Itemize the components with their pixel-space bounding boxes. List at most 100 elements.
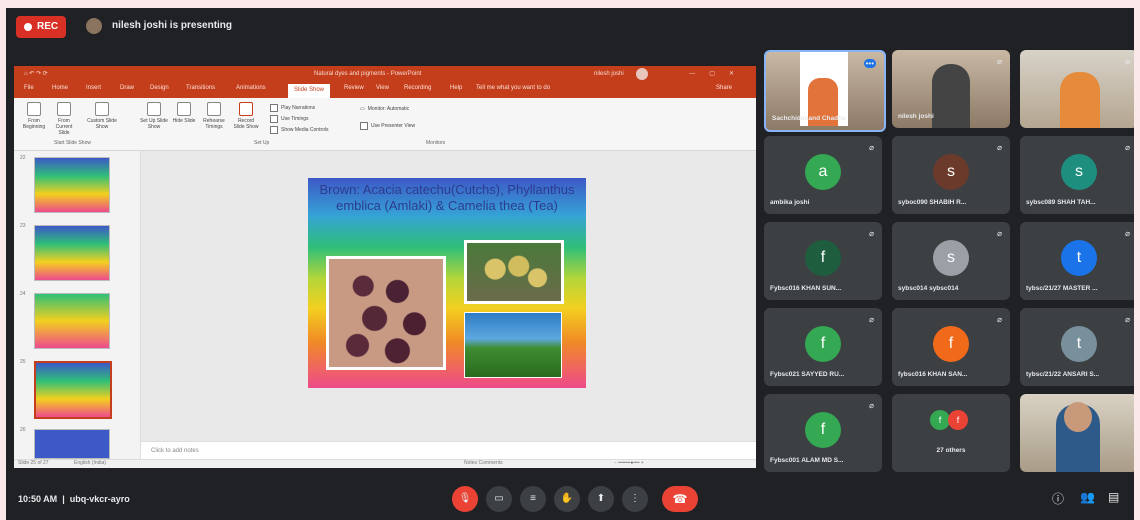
- participant-name: Sachchidanand Chadha: [772, 115, 846, 122]
- mic-off-icon: ⌀: [869, 401, 874, 410]
- notes-comments-status[interactable]: Notes Comments: [464, 460, 503, 466]
- from-current-label: From Current Slide: [55, 118, 73, 136]
- participant-tile[interactable]: s ⌀ sybsc014 sybsc014: [892, 222, 1010, 300]
- participant-tile[interactable]: t ⌀ tybsc/21/22 ANSARI S...: [1020, 308, 1134, 386]
- info-icon[interactable]: ⓘ: [1052, 490, 1064, 507]
- participant-tile[interactable]: s ⌀ syboc090 SHABIH R...: [892, 136, 1010, 214]
- thumb-number: 23: [20, 223, 26, 229]
- media-controls-check[interactable]: Show Media Controls: [270, 126, 329, 134]
- tab-recording[interactable]: Recording: [404, 85, 431, 91]
- participant-tile[interactable]: ••• Sachchidanand Chadha: [764, 50, 886, 132]
- hide-slide-button[interactable]: Hide Slide: [170, 102, 198, 124]
- from-beginning-label: From Beginning: [22, 118, 46, 130]
- people-icon[interactable]: 👥: [1080, 490, 1095, 504]
- recording-badge: REC: [16, 16, 67, 38]
- from-current-button[interactable]: From Current Slide: [50, 102, 78, 136]
- tab-file[interactable]: File: [24, 85, 34, 91]
- amla-photo: [464, 240, 564, 304]
- group-start-slide-show: Start Slide Show: [54, 140, 91, 146]
- participant-tile[interactable]: f ⌀ Fybsc016 KHAN SUN...: [764, 222, 882, 300]
- record-show-button[interactable]: Record Slide Show: [232, 102, 260, 130]
- current-slide[interactable]: Brown: Acacia catechu(Cutchs), Phyllanth…: [308, 178, 586, 388]
- tab-insert[interactable]: Insert: [86, 85, 101, 91]
- tab-animations[interactable]: Animations: [236, 85, 266, 91]
- participant-tile[interactable]: t ⌀ tybsc/21/27 MASTER ...: [1020, 222, 1134, 300]
- ppt-user-avatar[interactable]: [636, 68, 648, 80]
- checkbox-icon: [360, 122, 368, 130]
- thumb-slide-25[interactable]: [34, 361, 112, 419]
- quick-access-icons[interactable]: ⌂ ↶ ↷ ⟳: [24, 66, 48, 82]
- end-call-icon[interactable]: ☎: [662, 486, 698, 512]
- setup-show-button[interactable]: Set Up Slide Show: [140, 102, 168, 130]
- present-icon[interactable]: ⬆: [588, 486, 614, 512]
- avatar: a: [805, 154, 841, 190]
- setup-show-label: Set Up Slide Show: [140, 118, 168, 130]
- tab-home[interactable]: Home: [52, 85, 68, 91]
- tab-design[interactable]: Design: [150, 85, 169, 91]
- mic-off-icon: ⌀: [997, 315, 1002, 324]
- participant-name: tybsc/21/22 ANSARI S...: [1026, 371, 1100, 378]
- participant-name: ambika joshi: [770, 199, 810, 206]
- tab-help[interactable]: Help: [450, 85, 462, 91]
- slides-icon: [95, 102, 109, 116]
- presenter-view-check[interactable]: Use Presenter View: [360, 122, 415, 130]
- monitor-select[interactable]: ▭ Monitor: Automatic: [360, 106, 409, 112]
- participant-tile[interactable]: f ⌀ fybsc016 KHAN SAN...: [892, 308, 1010, 386]
- share-button[interactable]: Share: [716, 85, 732, 91]
- mic-off-icon[interactable]: 🎙: [452, 486, 478, 512]
- hide-icon: [177, 102, 191, 116]
- group-monitors: Monitors: [426, 140, 446, 146]
- tab-draw[interactable]: Draw: [120, 85, 134, 91]
- chat-icon[interactable]: ▤: [1108, 490, 1119, 504]
- presenter-view-label: Use Presenter View: [371, 123, 416, 129]
- thumb-slide-24[interactable]: [34, 293, 110, 349]
- shared-screen[interactable]: ⌂ ↶ ↷ ⟳ Natural dyes and pigments - Powe…: [14, 66, 756, 468]
- slide-canvas: Brown: Acacia catechu(Cutchs), Phyllanth…: [141, 151, 756, 441]
- rehearse-button[interactable]: Rehearse Timings: [200, 102, 228, 130]
- status-bar: Slide 25 of 27 English (India) Notes Com…: [14, 459, 756, 468]
- others-tile[interactable]: f f 27 others: [892, 394, 1010, 472]
- custom-show-label: Custom Slide Show: [87, 118, 117, 130]
- ppt-user-name: nilesh joshi: [594, 71, 624, 77]
- custom-show-button[interactable]: Custom Slide Show: [84, 102, 120, 130]
- rehearse-label: Rehearse Timings: [203, 118, 225, 130]
- participant-name: sybsc014 sybsc014: [898, 285, 959, 292]
- participant-tile[interactable]: [1020, 394, 1134, 472]
- mic-off-icon: ⌀: [1125, 57, 1130, 66]
- participant-name: tybsc/21/27 MASTER ...: [1026, 285, 1098, 292]
- camera-icon[interactable]: ▭: [486, 486, 512, 512]
- mic-off-icon: ⌀: [869, 229, 874, 238]
- presenter-avatar: [86, 18, 102, 34]
- tell-me-search[interactable]: Tell me what you want to do: [476, 85, 550, 91]
- play-narrations-check[interactable]: Play Narrations: [270, 104, 315, 112]
- raise-hand-icon[interactable]: ✋: [554, 486, 580, 512]
- group-set-up: Set Up: [254, 140, 270, 146]
- use-timings-check[interactable]: Use Timings: [270, 115, 309, 123]
- tab-slide-show[interactable]: Slide Show: [288, 84, 331, 98]
- zoom-slider-icon[interactable]: − ━━━━●━━ +: [614, 460, 644, 466]
- thumb-slide-26[interactable]: [34, 429, 110, 459]
- participant-tile[interactable]: s ⌀ sybsc089 SHAH TAH...: [1020, 136, 1134, 214]
- mic-off-icon: ⌀: [1125, 143, 1130, 152]
- participant-tile[interactable]: ⌀: [1020, 50, 1134, 128]
- tab-review[interactable]: Review: [344, 85, 364, 91]
- tab-view[interactable]: View: [376, 85, 389, 91]
- mic-off-icon: ⌀: [997, 143, 1002, 152]
- slide-counter: Slide 25 of 27: [18, 460, 49, 466]
- more-icon[interactable]: ⋮: [622, 486, 648, 512]
- captions-icon[interactable]: ≡: [520, 486, 546, 512]
- participant-tile[interactable]: a ⌀ ambika joshi: [764, 136, 882, 214]
- participant-name: syboc090 SHABIH R...: [898, 199, 967, 206]
- play-icon: [57, 102, 71, 116]
- thumb-slide-23[interactable]: [34, 225, 110, 281]
- window-controls-icon[interactable]: —▢✕: [689, 66, 748, 82]
- thumb-slide-22[interactable]: [34, 157, 110, 213]
- meet-window: REC nilesh joshi is presenting ⌂ ↶ ↷ ⟳ N…: [6, 8, 1134, 520]
- from-beginning-button[interactable]: From Beginning: [20, 102, 48, 130]
- participant-tile[interactable]: f ⌀ Fybsc021 SAYYED RU...: [764, 308, 882, 386]
- speaking-icon: •••: [863, 59, 876, 68]
- participant-tile[interactable]: f ⌀ Fybsc001 ALAM MD S...: [764, 394, 882, 472]
- tab-transitions[interactable]: Transitions: [186, 85, 215, 91]
- notes-pane[interactable]: Click to add notes: [141, 441, 756, 460]
- participant-tile[interactable]: ⌀ nilesh joshi: [892, 50, 1010, 128]
